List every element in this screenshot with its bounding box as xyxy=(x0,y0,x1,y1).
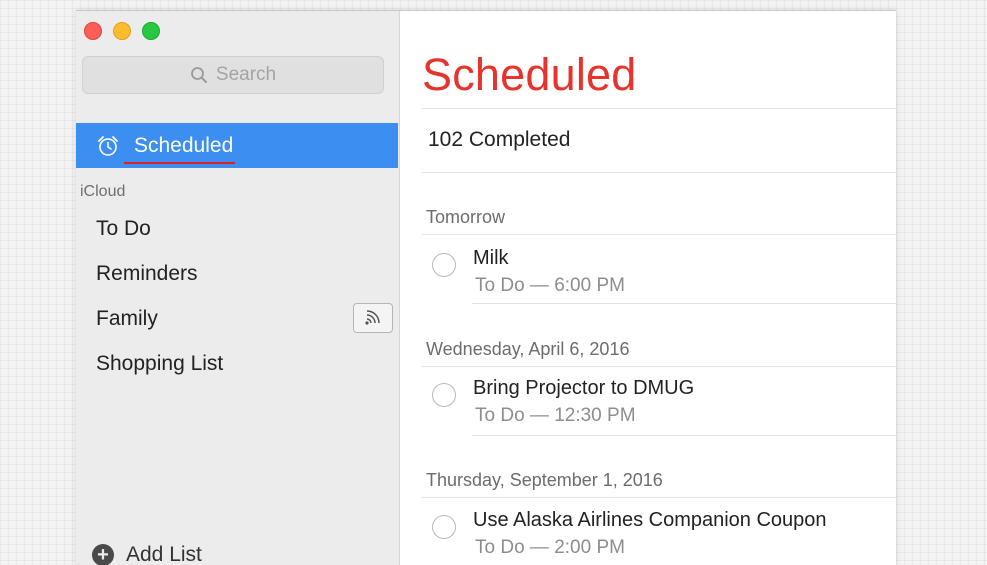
alarm-clock-icon xyxy=(96,134,120,158)
sidebar-item-to-do[interactable]: To Do xyxy=(96,217,151,241)
complete-checkbox[interactable] xyxy=(432,383,456,407)
divider xyxy=(422,497,896,498)
section-header: Thursday, September 1, 2016 xyxy=(426,470,663,490)
complete-checkbox[interactable] xyxy=(432,515,456,539)
main-pane: Scheduled 102 Completed Tomorrow Milk To… xyxy=(400,11,896,565)
completed-count-button[interactable]: 102 Completed xyxy=(428,128,570,152)
task-subtitle: To Do — 2:00 PM xyxy=(475,537,625,558)
divider xyxy=(422,234,896,235)
sidebar-item-label: Scheduled xyxy=(123,133,236,164)
shared-list-icon[interactable] xyxy=(353,303,393,333)
task-subtitle: To Do — 6:00 PM xyxy=(475,275,625,296)
add-list-button[interactable]: + Add List xyxy=(92,543,202,565)
add-list-label: Add List xyxy=(126,543,202,565)
section-header: Tomorrow xyxy=(426,207,506,227)
search-field[interactable]: Search xyxy=(82,56,384,94)
window-controls xyxy=(84,22,160,40)
sidebar-item-family[interactable]: Family xyxy=(96,307,158,331)
sidebar-item-shopping-list[interactable]: Shopping List xyxy=(96,352,223,376)
divider xyxy=(472,303,896,304)
sidebar-item-reminders[interactable]: Reminders xyxy=(96,262,198,286)
plus-circle-icon: + xyxy=(92,544,114,565)
sidebar: Search Scheduled iCloud To Do Reminders … xyxy=(76,11,400,565)
zoom-window-button[interactable] xyxy=(142,22,160,40)
page-title: Scheduled xyxy=(422,49,637,100)
minimize-window-button[interactable] xyxy=(113,22,131,40)
close-window-button[interactable] xyxy=(84,22,102,40)
divider xyxy=(472,435,896,436)
group-title-icloud: iCloud xyxy=(80,183,126,200)
divider xyxy=(422,108,896,109)
search-placeholder: Search xyxy=(215,64,277,85)
divider xyxy=(422,366,896,367)
search-icon xyxy=(190,66,208,84)
task-title[interactable]: Use Alaska Airlines Companion Coupon xyxy=(473,509,827,532)
sidebar-item-scheduled[interactable]: Scheduled xyxy=(76,123,398,168)
task-subtitle: To Do — 12:30 PM xyxy=(475,405,636,426)
divider xyxy=(422,172,896,173)
complete-checkbox[interactable] xyxy=(432,253,456,277)
reminders-window: Search Scheduled iCloud To Do Reminders … xyxy=(76,10,896,565)
section-header: Wednesday, April 6, 2016 xyxy=(426,339,630,359)
task-title[interactable]: Milk xyxy=(473,247,509,270)
task-title[interactable]: Bring Projector to DMUG xyxy=(473,377,694,400)
